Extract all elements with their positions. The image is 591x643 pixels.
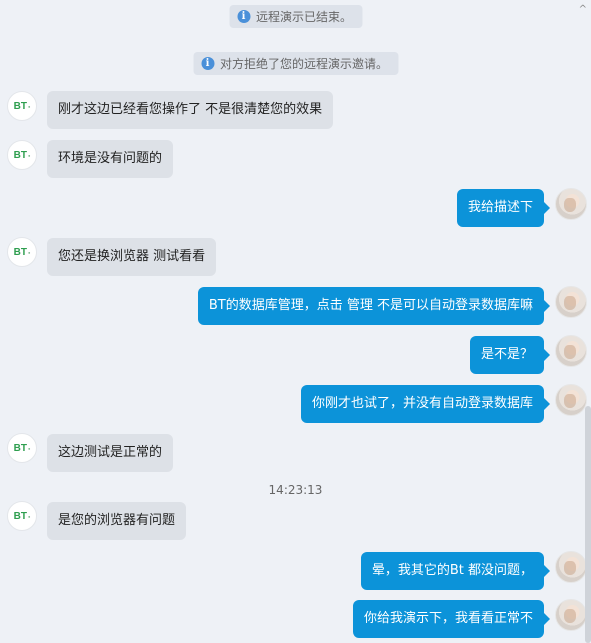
- contact-avatar[interactable]: BT ●: [7, 140, 37, 170]
- message-bubble-incoming[interactable]: 环境是没有问题的: [47, 140, 174, 178]
- avatar-label: BT: [13, 149, 27, 161]
- message-bubble-incoming[interactable]: 您还是换浏览器 测试看看: [47, 238, 217, 276]
- avatar-label: BT: [13, 100, 27, 112]
- message-text: 你给我演示下，我看看正常不: [363, 611, 533, 626]
- info-icon: i: [236, 10, 250, 23]
- message-bubble-outgoing[interactable]: 晕，我其它的Bt 都没问题，: [360, 552, 551, 590]
- message-bubble-incoming[interactable]: 刚才这边已经看您操作了 不是很清楚您的效果: [47, 91, 334, 129]
- contact-avatar[interactable]: BT ●: [7, 433, 37, 463]
- contact-avatar[interactable]: BT ●: [7, 237, 37, 267]
- user-avatar[interactable]: [555, 384, 587, 416]
- user-avatar[interactable]: [555, 188, 587, 220]
- avatar-label: BT: [13, 442, 27, 454]
- message-text: 晕，我其它的Bt 都没问题，: [371, 563, 533, 578]
- message-timestamp: 14:23:13: [268, 483, 323, 497]
- message-text: 你刚才也试了，并没有自动登录数据库: [311, 396, 533, 411]
- message-text: 我给描述下: [467, 200, 533, 215]
- system-notice: i 远程演示已结束。: [228, 5, 363, 28]
- message-text: 环境是没有问题的: [58, 151, 163, 166]
- user-avatar[interactable]: [555, 335, 587, 367]
- contact-avatar[interactable]: BT ●: [7, 501, 37, 531]
- notice-text: 对方拒绝了您的远程演示邀请。: [219, 57, 389, 71]
- message-bubble-incoming[interactable]: 是您的浏览器有问题: [47, 502, 187, 540]
- info-icon: i: [200, 57, 214, 70]
- user-avatar[interactable]: [555, 599, 587, 631]
- message-bubble-incoming[interactable]: 这边测试是正常的: [47, 434, 174, 472]
- message-bubble-outgoing[interactable]: 你给我演示下，我看看正常不: [352, 600, 551, 638]
- message-text: 是不是？: [480, 347, 533, 362]
- message-text: 这边测试是正常的: [58, 445, 163, 460]
- message-bubble-outgoing[interactable]: 我给描述下: [456, 189, 551, 227]
- message-bubble-outgoing[interactable]: BT的数据库管理，点击 管理 不是可以自动登录数据库嘛: [197, 287, 551, 325]
- notice-text: 远程演示已结束。: [255, 10, 353, 24]
- chevron-icon[interactable]: ^: [579, 4, 587, 15]
- message-text: 刚才这边已经看您操作了 不是很清楚您的效果: [58, 102, 323, 117]
- scrollbar[interactable]: [585, 406, 591, 643]
- message-text: 是您的浏览器有问题: [58, 513, 176, 528]
- user-avatar[interactable]: [555, 551, 587, 583]
- message-text: 您还是换浏览器 测试看看: [58, 249, 206, 264]
- message-text: BT的数据库管理，点击 管理 不是可以自动登录数据库嘛: [208, 298, 533, 313]
- contact-avatar[interactable]: BT ●: [7, 91, 37, 121]
- avatar-label: BT: [13, 246, 27, 258]
- avatar-label: BT: [13, 510, 27, 522]
- user-avatar[interactable]: [555, 286, 587, 318]
- message-bubble-outgoing[interactable]: 你刚才也试了，并没有自动登录数据库: [300, 385, 551, 423]
- system-notice: i 对方拒绝了您的远程演示邀请。: [192, 52, 399, 75]
- message-bubble-outgoing[interactable]: 是不是？: [469, 336, 551, 374]
